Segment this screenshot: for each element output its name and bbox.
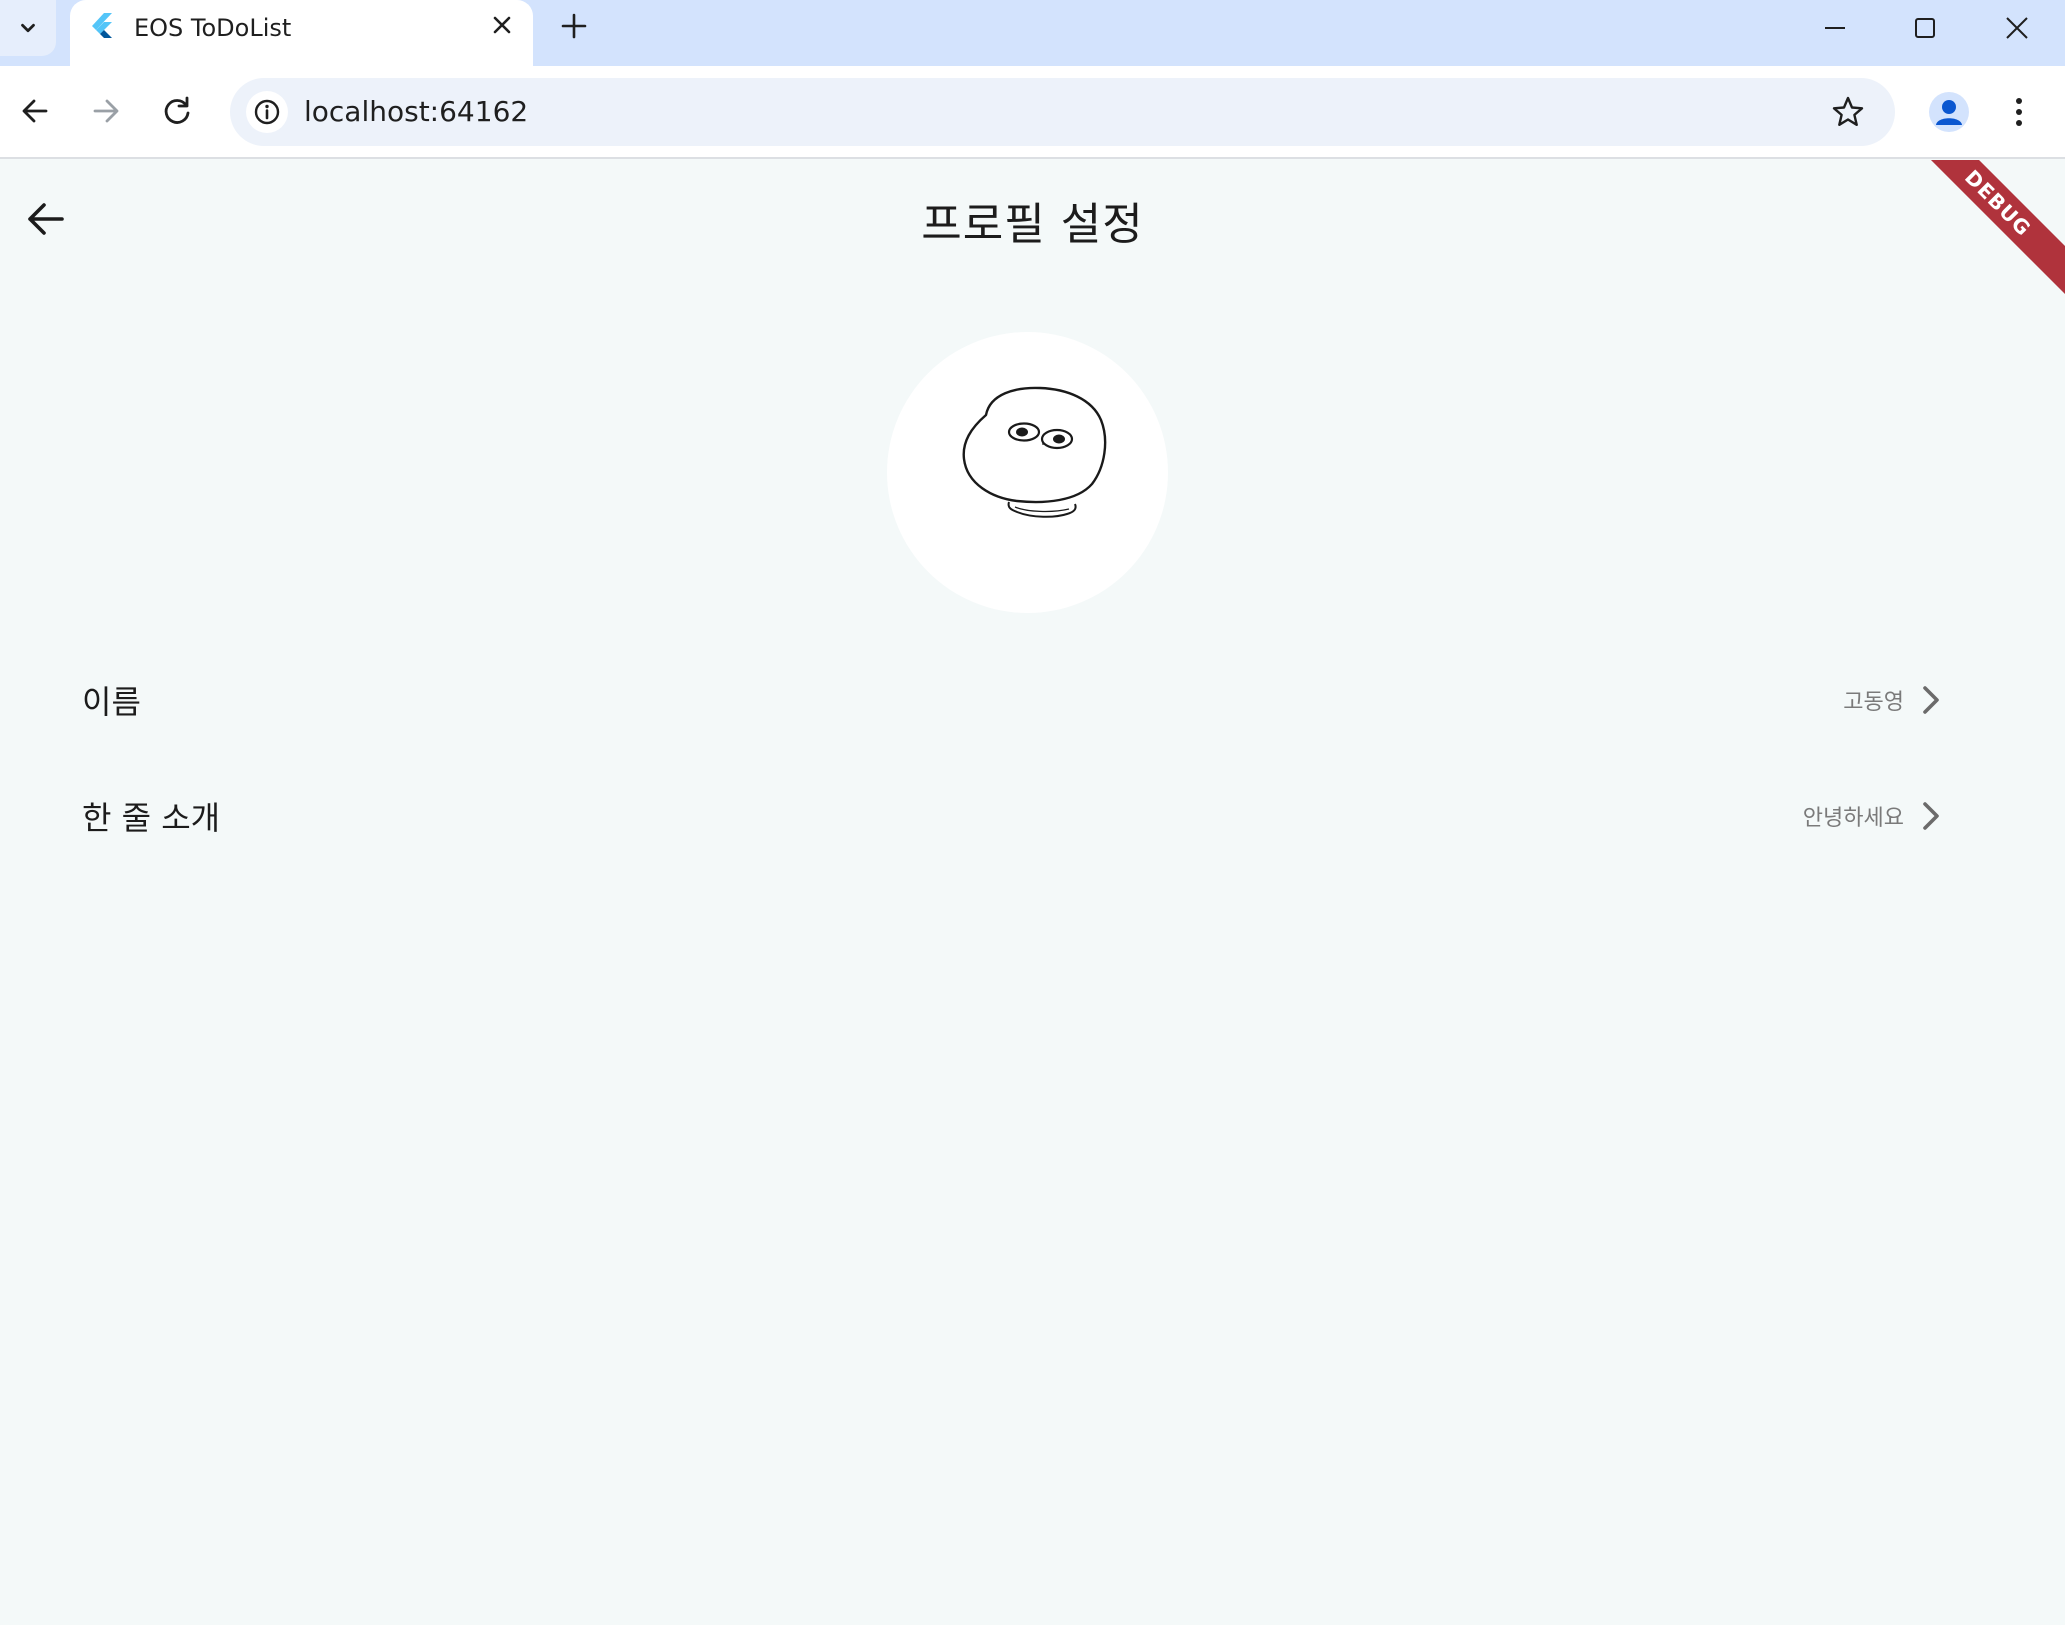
more-vert-icon[interactable] bbox=[2004, 92, 2034, 132]
chevron-down-icon bbox=[21, 23, 35, 33]
chevron-right-icon bbox=[1923, 686, 1939, 714]
person-icon bbox=[1936, 100, 1962, 125]
bookmark-star-icon[interactable] bbox=[1830, 94, 1866, 130]
forward-arrow-icon[interactable] bbox=[89, 94, 123, 128]
setting-label: 이름 bbox=[82, 683, 141, 721]
window-close-icon[interactable] bbox=[1999, 10, 2035, 46]
setting-value: 고동영 bbox=[1843, 690, 1904, 715]
reload-icon[interactable] bbox=[160, 94, 194, 128]
site-info-button[interactable] bbox=[246, 91, 288, 133]
setting-row-bio[interactable]: 한 줄 소개 안녕하세요 bbox=[82, 780, 1944, 852]
close-icon bbox=[493, 16, 511, 34]
tab-search-button[interactable] bbox=[0, 0, 56, 56]
tab-close-button[interactable] bbox=[487, 10, 517, 40]
back-arrow-icon[interactable] bbox=[18, 94, 52, 128]
minimize-icon[interactable] bbox=[1817, 10, 1853, 46]
tab-strip: EOS ToDoList bbox=[0, 0, 2065, 66]
app-viewport: 프로필 설정 DEBUG 이름 고동영 한 줄 소개 안녕하세요 bbox=[0, 160, 2065, 1625]
profile-avatar-button[interactable] bbox=[1929, 92, 1969, 132]
setting-value: 안녕하세요 bbox=[1802, 806, 1904, 831]
new-tab-plus-icon[interactable] bbox=[558, 10, 590, 42]
info-icon bbox=[254, 99, 280, 125]
avatar-doodle-image bbox=[962, 386, 1107, 518]
setting-row-name[interactable]: 이름 고동영 bbox=[82, 664, 1944, 736]
tab-title: EOS ToDoList bbox=[134, 14, 292, 42]
maximize-icon[interactable] bbox=[1907, 10, 1943, 46]
page-title: 프로필 설정 bbox=[921, 199, 1144, 250]
chevron-right-icon bbox=[1923, 802, 1939, 830]
setting-label: 한 줄 소개 bbox=[82, 799, 221, 837]
url-text[interactable]: localhost:64162 bbox=[304, 95, 528, 128]
profile-avatar[interactable] bbox=[887, 332, 1168, 613]
flutter-icon bbox=[92, 13, 112, 38]
